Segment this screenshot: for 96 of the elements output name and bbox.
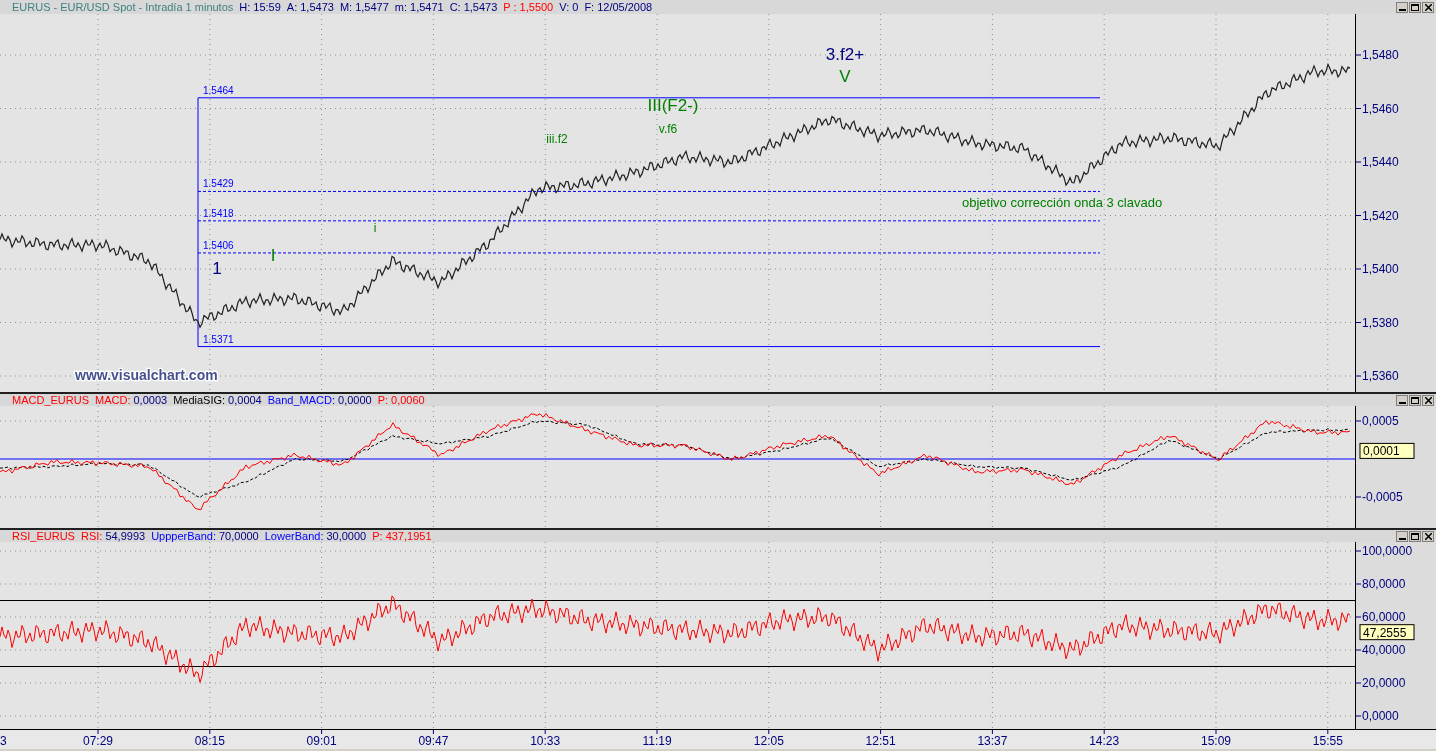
time-label: 12:05 [753, 734, 784, 748]
indicator-value: 1,5471 [410, 0, 444, 15]
axis-label: 80,0000 [1362, 577, 1406, 591]
indicator-label: P: [377, 392, 389, 408]
time-label: 10:33 [530, 734, 561, 748]
minimize-icon [1398, 8, 1406, 12]
fibonacci-level-label: 1.5429 [203, 178, 234, 190]
close-button[interactable] [1422, 394, 1434, 406]
axis-label: 1,5380 [1362, 315, 1399, 330]
axis-label: 0,0000 [1362, 709, 1399, 723]
time-label: 08:15 [194, 734, 225, 748]
indicator-value: 437,1951 [385, 528, 432, 544]
wave-label: i [373, 220, 377, 235]
fibonacci-level-label: 1.5418 [203, 207, 234, 219]
indicator-label: Band_MACD: [267, 392, 335, 408]
axis-label: 1,5460 [1362, 101, 1399, 116]
indicator-value: 1,5473 [463, 0, 498, 15]
axis-label: 20,0000 [1362, 676, 1406, 690]
fibonacci-level-label: 1.5406 [203, 239, 234, 251]
close-button[interactable] [1422, 1, 1434, 13]
indicator-value: 0,0004 [228, 392, 262, 408]
value-badge: 47,2555 [1359, 624, 1415, 641]
minimize-button[interactable] [1396, 394, 1408, 406]
time-label: 09:01 [306, 734, 337, 748]
axis-label: 40,0000 [1362, 643, 1406, 657]
axis-label: 0,0005 [1362, 414, 1399, 428]
axis-label: 1,5440 [1362, 155, 1399, 169]
window-title: EURUS - EUR/USD Spot - Intradía 1 minutos [12, 0, 234, 15]
maximize-icon [1411, 3, 1419, 11]
axis-label: -0,0005 [1362, 490, 1403, 504]
time-label: 12:51 [865, 734, 896, 748]
axis-label: 60,0000 [1362, 610, 1406, 624]
minimize-button[interactable] [1396, 530, 1408, 542]
close-icon [1424, 3, 1432, 11]
fibonacci-level-label: 1.5371 [203, 333, 234, 345]
indicator-label: P: [372, 528, 383, 544]
indicator-label: LowerBand: [264, 528, 324, 544]
maximize-icon [1411, 396, 1419, 404]
indicator-value: 1,5500 [519, 0, 554, 15]
indicator-value: 70,0000 [218, 528, 259, 544]
time-label: 14:23 [1089, 734, 1120, 748]
indicator-label: MACD: [95, 392, 131, 408]
indicator-label: V: [559, 0, 570, 15]
indicator-label: m: [394, 0, 407, 15]
chart-note: objetivo corrección onda 3 clavado [962, 195, 1163, 211]
indicator-value: 0,0060 [391, 392, 425, 408]
logo-text: www.visualchart.com [75, 367, 218, 383]
time-label: 15:09 [1201, 734, 1231, 748]
value-badge: 0,0001 [1359, 442, 1415, 459]
close-icon [1424, 532, 1432, 540]
indicator-value: 0,0003 [133, 392, 168, 408]
axis-label: 1,5480 [1362, 48, 1399, 62]
indicator-label: M: [339, 0, 353, 15]
axis-label: 1,5400 [1362, 262, 1399, 276]
maximize-button[interactable] [1409, 1, 1421, 13]
fibonacci-level-label: 1.5464 [203, 84, 234, 96]
maximize-button[interactable] [1409, 394, 1421, 406]
axis-label: 1,5420 [1362, 208, 1399, 223]
indicator-label: MediaSIG: [173, 392, 226, 408]
time-label: 15:55 [1312, 734, 1343, 748]
indicator-label: F: [584, 0, 595, 15]
time-label: 09:47 [418, 734, 449, 748]
close-button[interactable] [1422, 530, 1434, 542]
indicator-label: H: [239, 0, 251, 15]
wave-label: 3.f2+ [825, 45, 865, 65]
maximize-button[interactable] [1409, 530, 1421, 542]
wave-label: v.f6 [658, 121, 678, 136]
maximize-icon [1411, 532, 1419, 540]
wave-label: III(F2-) [647, 96, 699, 116]
time-label: 13:37 [977, 734, 1008, 748]
indicator-name: MACD_EURUS [12, 392, 89, 408]
indicator-value: 30,0000 [326, 528, 367, 544]
indicator-value: 1,5477 [355, 0, 389, 15]
time-label: 07:29 [83, 734, 113, 748]
indicator-name: RSI_EURUS [12, 528, 75, 544]
indicator-label: A: [286, 0, 298, 15]
time-label: 3 [0, 734, 7, 748]
indicator-label: RSI: [80, 528, 103, 544]
minimize-button[interactable] [1396, 1, 1408, 13]
wave-label: iii.f2 [546, 132, 568, 147]
indicator-label: C: [449, 0, 461, 15]
indicator-value: 0 [572, 0, 579, 15]
axis-label: 1,5360 [1362, 369, 1399, 383]
indicator-label: UppperBand: [151, 528, 216, 544]
wave-label: I [270, 246, 276, 265]
indicator-value: 54,9993 [105, 528, 146, 544]
indicator-label: P : [503, 0, 517, 15]
indicator-value: 15:59 [253, 0, 281, 15]
axis-label: 100,0000 [1362, 544, 1413, 558]
wave-label: 1 [212, 259, 222, 279]
time-label: 11:19 [642, 734, 672, 748]
indicator-value: 1,5473 [300, 0, 334, 15]
indicator-value: 0,0000 [338, 392, 372, 408]
close-icon [1424, 396, 1432, 404]
wave-label: V [839, 66, 851, 86]
indicator-value: 12/05/2008 [597, 0, 653, 15]
